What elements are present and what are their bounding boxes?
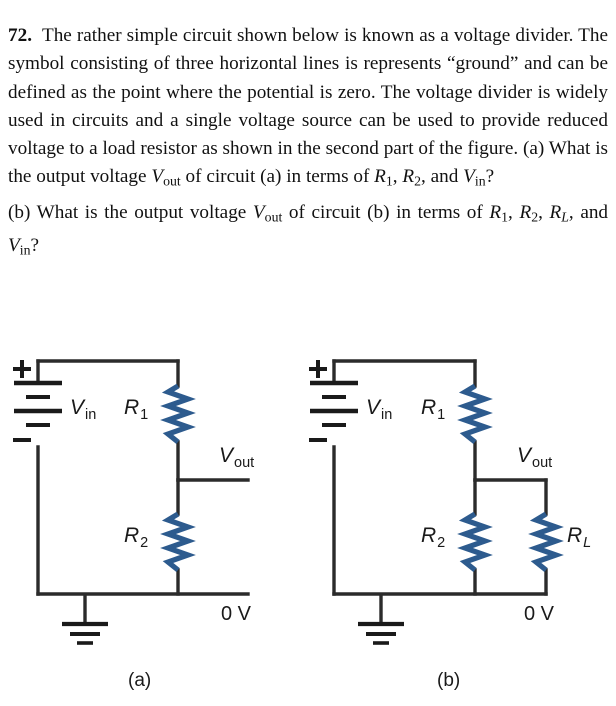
- label-a-r1: R1: [124, 396, 148, 423]
- problem-b-text-part-2: of circuit (b) in terms of: [282, 202, 490, 224]
- problem-text-part-3: ,: [392, 166, 403, 188]
- label-a-vout: Vout: [219, 444, 254, 471]
- problem-paragraph-2: (b) What is the output voltage Vout of c…: [8, 199, 608, 265]
- problem-text-part-4: , and: [421, 166, 464, 188]
- math-v-in-2: Vin: [8, 234, 31, 258]
- circuit-figure: Vin R1 R2 Vout 0 V (a) Vin R1 R2 RL Vout…: [0, 352, 616, 706]
- caption-a: (a): [128, 670, 151, 691]
- caption-b: (b): [437, 670, 460, 691]
- math-r-2b: R2: [519, 202, 539, 225]
- problem-b-text-part-1: (b) What is the output voltage: [8, 202, 253, 224]
- circuit-figure-svg: Vin R1 R2 Vout 0 V (a) Vin R1 R2 RL Vout…: [13, 359, 591, 691]
- label-b-r2: R2: [421, 524, 445, 551]
- label-b-vin: Vin: [366, 396, 392, 423]
- resistor-a-r2-zigzag: [160, 511, 196, 573]
- ground-symbol-a: [62, 594, 108, 645]
- problem-statement: 72. The rather simple circuit shown below…: [8, 22, 608, 265]
- resistor-a-r2: [160, 511, 196, 573]
- resistor-b-r2-zigzag: [457, 511, 493, 573]
- problem-paragraph-1: 72. The rather simple circuit shown below…: [8, 22, 608, 196]
- resistor-b-r1-zigzag: [457, 383, 493, 445]
- resistor-a-r1: [160, 383, 196, 445]
- resistor-a-r1-zigzag: [160, 383, 196, 445]
- resistor-b-rl-zigzag: [528, 511, 564, 573]
- math-r-1: R1: [374, 166, 393, 189]
- math-r-2: R2: [402, 166, 422, 189]
- label-b-rl: RL: [567, 524, 591, 551]
- label-b-zero-volts: 0 V: [524, 603, 555, 625]
- math-r-1b: R1: [489, 202, 509, 225]
- circuit-a: Vin R1 R2 Vout 0 V (a): [13, 359, 254, 691]
- problem-b-text-part-3: ,: [508, 202, 520, 224]
- resistor-b-r1: [457, 383, 493, 445]
- circuit-b: Vin R1 R2 RL Vout 0 V (b): [309, 359, 591, 691]
- problem-text-part-2: of circuit (a) in terms of: [180, 166, 375, 188]
- math-v-in-1: Vin: [463, 166, 486, 189]
- problem-text-part-5: ?: [485, 166, 495, 188]
- label-a-zero-volts: 0 V: [221, 603, 252, 625]
- math-r-l: RL: [549, 202, 569, 225]
- resistor-b-rl: [528, 511, 564, 573]
- battery-a-plus-icon: [13, 360, 31, 378]
- resistor-b-r2: [457, 511, 493, 573]
- label-b-r1: R1: [421, 396, 445, 423]
- label-a-r2: R2: [124, 524, 148, 551]
- problem-number: 72.: [8, 25, 32, 46]
- battery-b-plus-icon: [309, 360, 327, 378]
- problem-b-text-part-5: , and: [568, 202, 609, 224]
- math-v-out-1: Vout: [151, 166, 181, 189]
- problem-b-text-part-4: ,: [538, 202, 550, 224]
- problem-text-part-1: The rather simple circuit shown below is…: [8, 25, 608, 188]
- label-b-vout: Vout: [517, 444, 552, 471]
- problem-b-text-part-6: ?: [30, 234, 40, 256]
- math-v-out-2: Vout: [252, 202, 283, 225]
- label-a-vin: Vin: [70, 396, 96, 423]
- ground-symbol-b: [358, 594, 404, 645]
